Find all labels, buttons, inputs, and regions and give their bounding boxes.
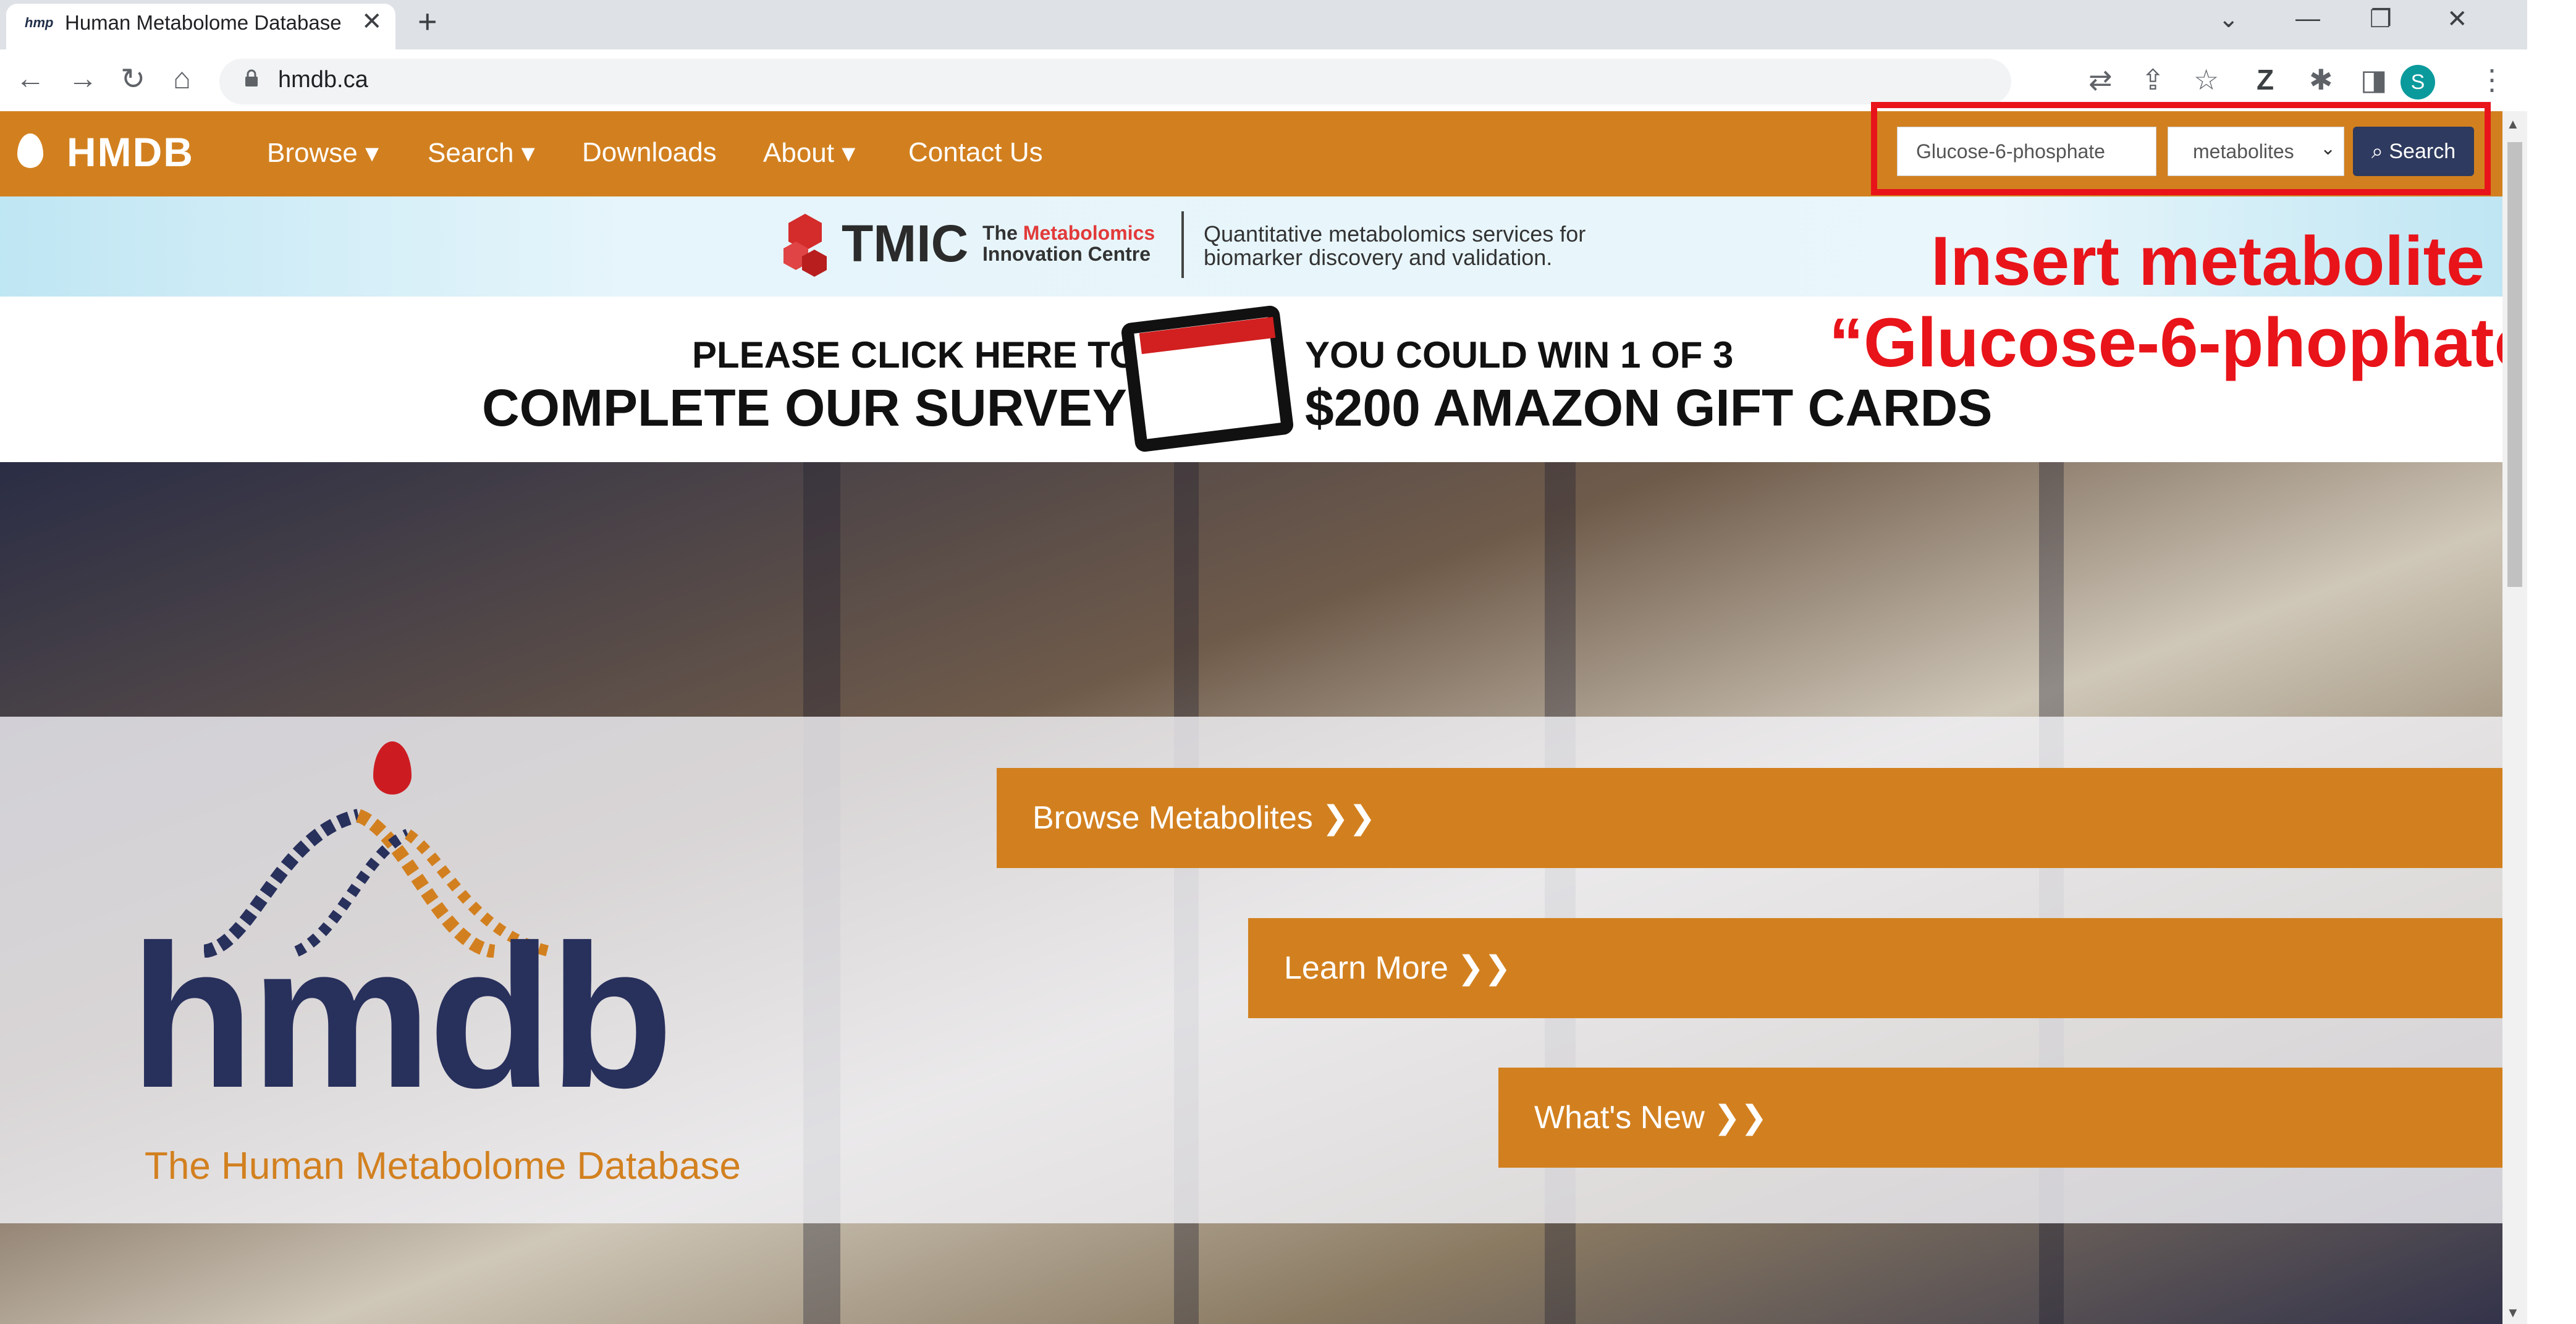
profile-avatar[interactable]: S	[2401, 65, 2435, 99]
scrollbar-thumb[interactable]	[2507, 142, 2522, 587]
survey-left-line2[interactable]: COMPLETE OUR SURVEY	[482, 378, 1127, 438]
tab-search-icon[interactable]: ⌄	[2218, 5, 2239, 33]
page-margin	[2527, 0, 2576, 1324]
survey-right-line1[interactable]: YOU COULD WIN 1 OF 3	[1305, 334, 1733, 376]
close-window-button[interactable]: ✕	[2447, 5, 2468, 33]
nav-browse[interactable]: Browse ▾	[267, 137, 379, 169]
back-button[interactable]: ←	[15, 62, 45, 96]
forward-button[interactable]: →	[68, 62, 98, 96]
tab-close-icon[interactable]: ✕	[361, 7, 382, 36]
hmdb-wordmark: hmdb	[130, 902, 674, 1130]
hmdb-tagline: The Human Metabolome Database	[145, 1145, 741, 1187]
tab-favicon-icon: hmp	[25, 15, 54, 30]
star-icon[interactable]: ☆	[2194, 63, 2219, 96]
tmic-hexagon-icon	[783, 214, 827, 277]
annotation-highlight-box	[1871, 102, 2491, 195]
tmic-sub-metabolomics: Metabolomics	[1023, 222, 1155, 244]
annotation-line2: “Glucose-6-phophate”	[1829, 304, 2567, 381]
scroll-down-icon[interactable]: ▼	[2506, 1305, 2520, 1321]
url-text[interactable]: hmdb.ca	[278, 67, 368, 93]
site-logo[interactable]: HMDB	[67, 129, 194, 175]
nav-about[interactable]: About ▾	[763, 137, 855, 169]
translate-icon[interactable]: ⇄	[2088, 63, 2113, 96]
lock-icon[interactable]	[244, 69, 259, 88]
whats-new-button[interactable]: What's New ❯❯	[1498, 1068, 2502, 1168]
survey-left-line1[interactable]: PLEASE CLICK HERE TO	[692, 334, 1138, 376]
extension-z-icon[interactable]: Z	[2257, 63, 2274, 96]
share-icon[interactable]: ⇪	[2141, 63, 2165, 96]
tmic-desc-line1: Quantitative metabolomics services for	[1204, 221, 1586, 247]
tmic-logo: TMIC	[842, 214, 969, 272]
tab-title[interactable]: Human Metabolome Database	[65, 11, 342, 35]
nav-downloads[interactable]: Downloads	[582, 137, 717, 168]
nav-search[interactable]: Search ▾	[428, 137, 535, 169]
learn-more-button[interactable]: Learn More ❯❯	[1248, 918, 2502, 1018]
tmic-divider	[1181, 211, 1184, 278]
annotation-line1: Insert metabolite	[1931, 222, 2485, 300]
scroll-up-icon[interactable]: ▲	[2506, 116, 2520, 132]
home-button[interactable]: ⌂	[173, 62, 191, 96]
tmic-sub-the: The	[982, 222, 1018, 244]
minimize-button[interactable]: —	[2295, 5, 2320, 33]
nav-contact[interactable]: Contact Us	[908, 137, 1043, 168]
tmic-desc-line2: biomarker discovery and validation.	[1204, 245, 1553, 270]
reload-button[interactable]: ↻	[120, 62, 145, 96]
puzzle-icon[interactable]: ✱	[2309, 63, 2333, 96]
survey-right-line2[interactable]: $200 AMAZON GIFT CARDS	[1305, 378, 1992, 438]
tmic-subtitle: The Metabolomics Innovation Centre	[982, 222, 1155, 264]
omnibox[interactable]	[219, 59, 2011, 104]
browse-metabolites-button[interactable]: Browse Metabolites ❯❯	[997, 768, 2502, 868]
new-tab-button[interactable]: +	[418, 2, 437, 41]
tmic-sub-centre: Innovation Centre	[982, 243, 1151, 265]
sidepanel-icon[interactable]: ◨	[2360, 63, 2387, 96]
menu-icon[interactable]: ⋮	[2478, 63, 2506, 96]
restore-button[interactable]: ❐	[2370, 5, 2392, 33]
tmic-description: Quantitative metabolomics services for b…	[1204, 222, 1586, 269]
